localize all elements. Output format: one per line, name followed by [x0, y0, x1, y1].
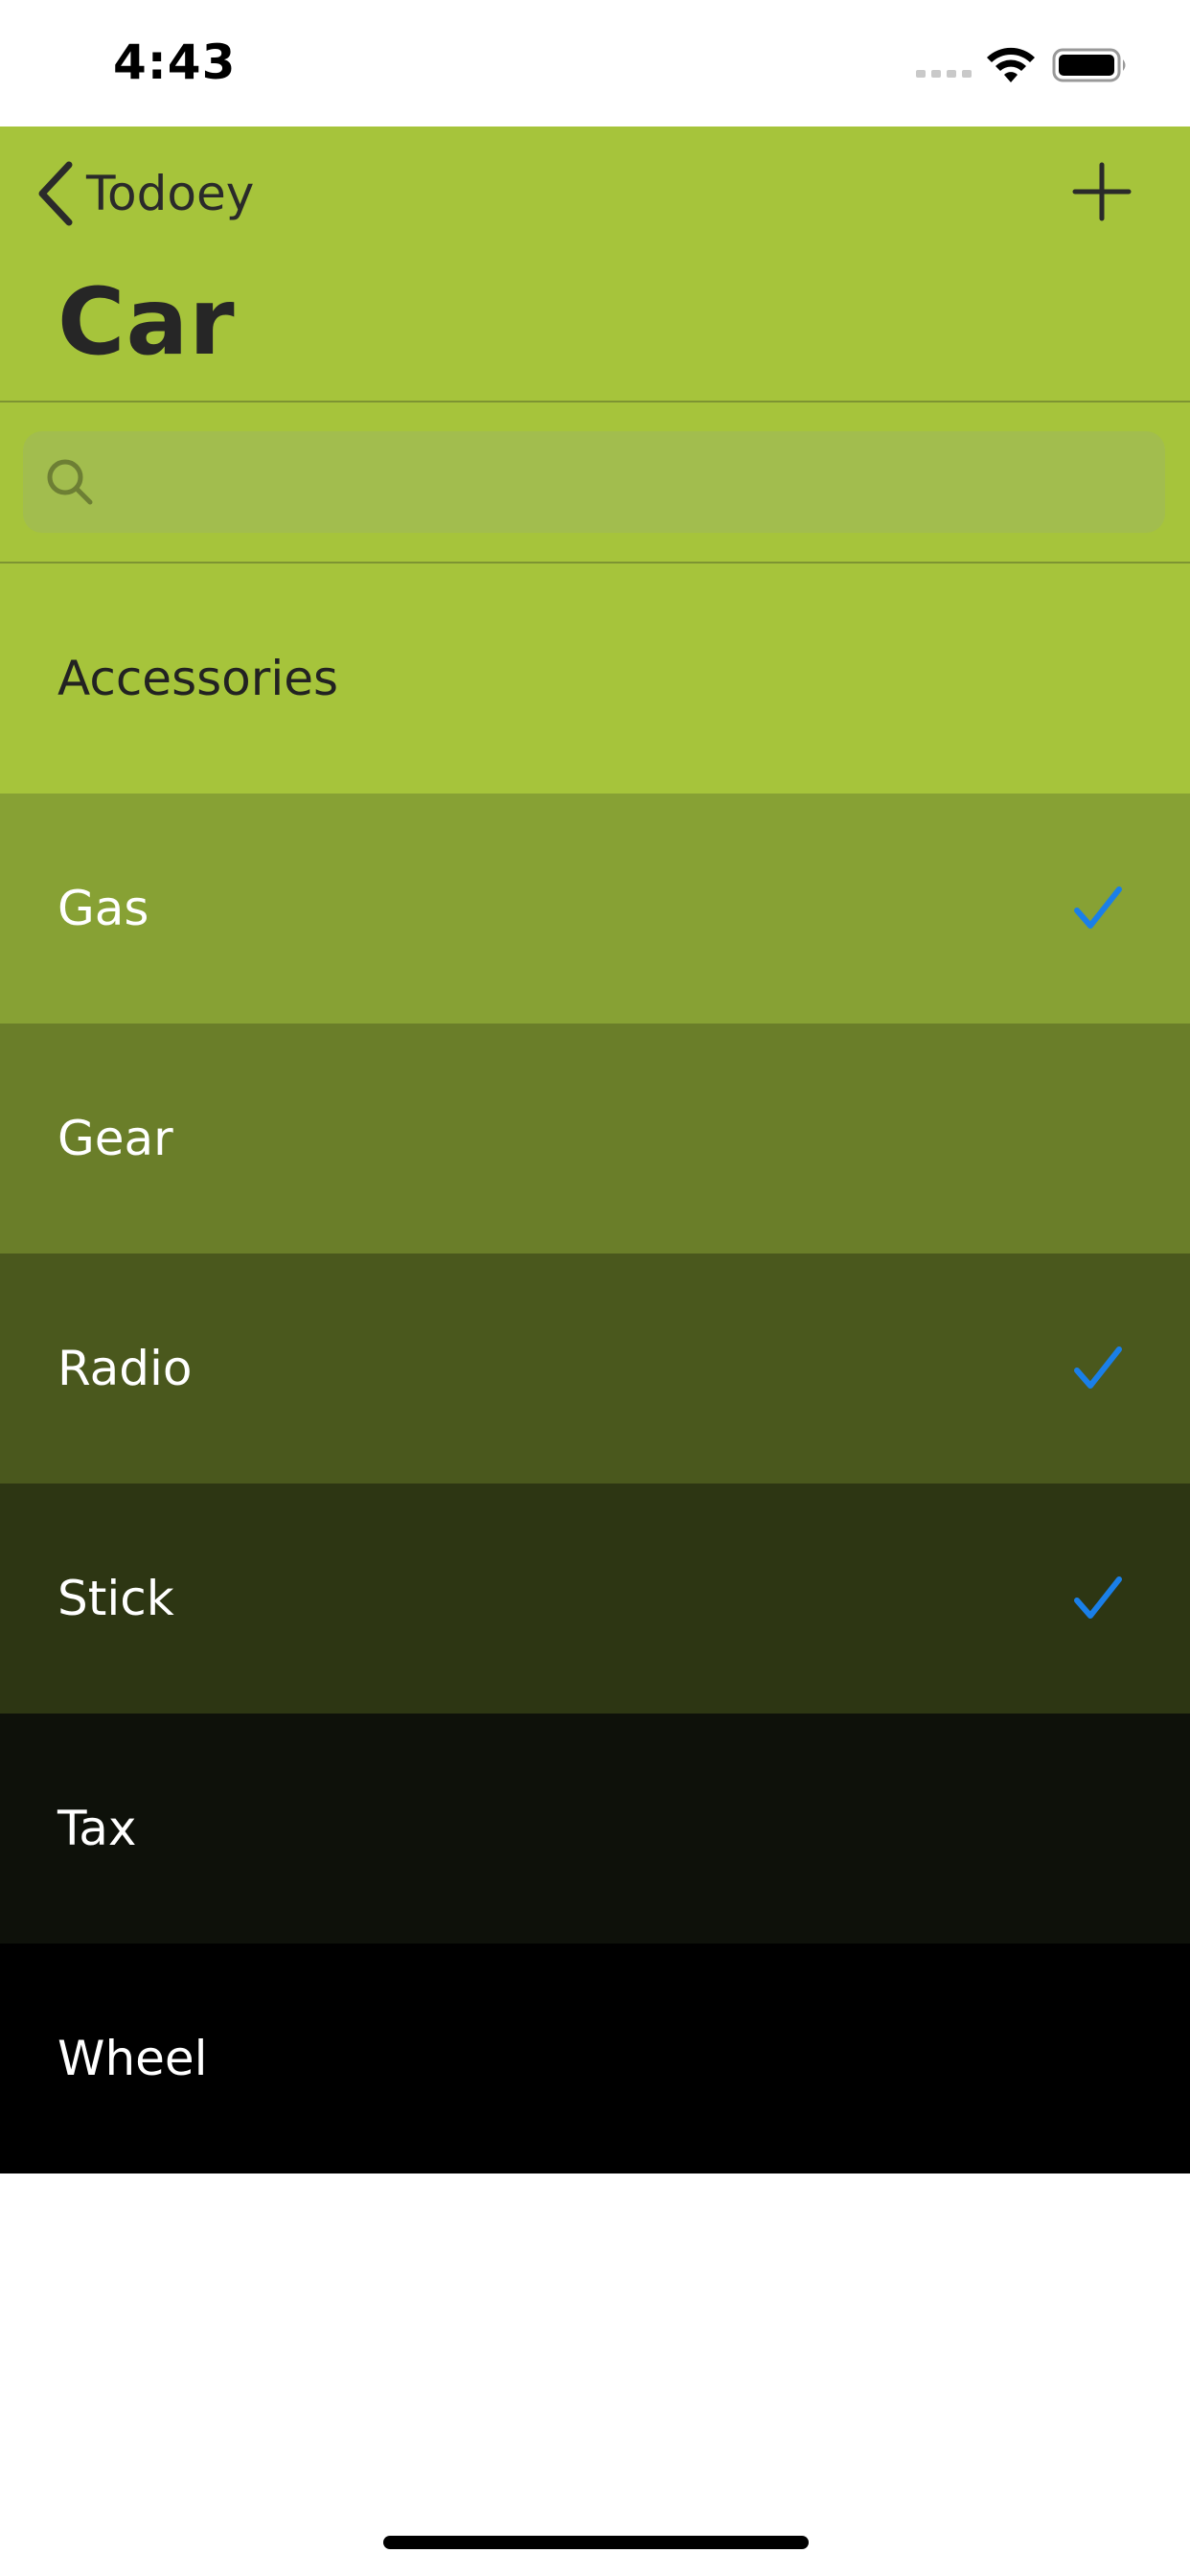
checkmark-icon [1074, 1576, 1122, 1619]
checkmark-icon [1074, 886, 1122, 929]
app-screen: 4:43 Todoey Car Accessories Gas Gear Rad… [0, 0, 1190, 2576]
navigation-bar: Todoey Car [0, 126, 1190, 402]
list-item[interactable]: Tax [0, 1714, 1190, 1944]
checkmark-icon [1074, 1346, 1122, 1389]
item-label: Tax [57, 1801, 137, 1856]
item-label: Gear [57, 1111, 173, 1166]
status-bar: 4:43 [0, 0, 1190, 126]
wifi-icon [987, 47, 1035, 82]
chevron-left-icon [38, 161, 73, 226]
back-button[interactable]: Todoey [33, 153, 254, 234]
item-label: Wheel [57, 2031, 208, 2086]
back-label: Todoey [86, 166, 255, 221]
item-label: Stick [57, 1571, 174, 1626]
list-item[interactable]: Stick [0, 1484, 1190, 1714]
search-bar [0, 402, 1190, 564]
item-label: Radio [57, 1341, 193, 1396]
page-title: Car [57, 268, 236, 376]
item-label: Accessories [57, 651, 339, 706]
list-item[interactable]: Gear [0, 1024, 1190, 1254]
search-icon [47, 459, 93, 505]
signal-dots-icon [916, 70, 972, 78]
list-item[interactable]: Wheel [0, 1944, 1190, 2174]
search-input[interactable] [111, 431, 1150, 535]
list-item[interactable]: Accessories [0, 564, 1190, 794]
list-item[interactable]: Gas [0, 794, 1190, 1024]
list-item[interactable]: Radio [0, 1254, 1190, 1484]
battery-icon [1052, 48, 1126, 82]
add-button[interactable] [1067, 157, 1136, 226]
search-field[interactable] [23, 431, 1165, 535]
status-time: 4:43 [113, 34, 237, 90]
home-indicator [383, 2536, 809, 2549]
item-label: Gas [57, 881, 149, 936]
todo-list: Accessories Gas Gear Radio Stick Tax Wheel [0, 564, 1190, 2174]
